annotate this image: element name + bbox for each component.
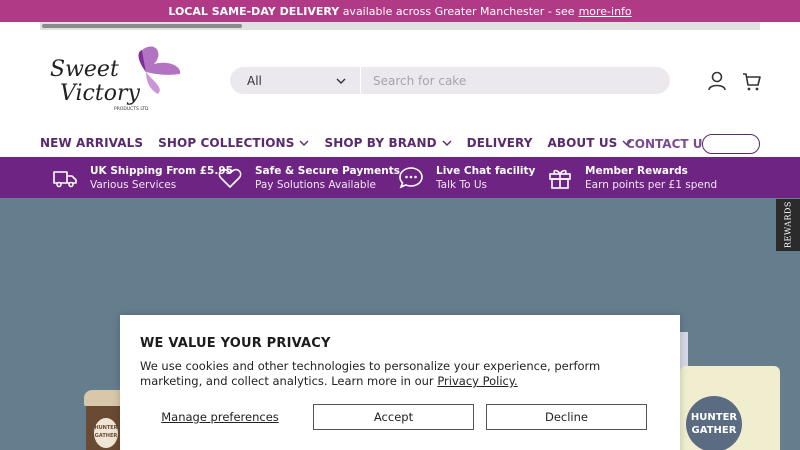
feature-payments-title: Safe & Secure Payments (255, 164, 400, 177)
feature-chat-title: Live Chat facility (436, 164, 536, 177)
feature-shipping-subtitle: Various Services (90, 178, 177, 191)
nav-shop-collections-label: SHOP COLLECTIONS (158, 136, 295, 150)
manage-preferences-link[interactable]: Manage preferences (140, 404, 300, 430)
chevron-down-icon (442, 140, 452, 146)
announcement-bar: LOCAL SAME-DAY DELIVERY available across… (0, 0, 800, 22)
feature-rewards: Member Rewards Earn points per £1 spend (547, 157, 717, 198)
cookie-body: We use cookies and other technologies to… (140, 359, 601, 388)
feature-shipping: UK Shipping From £5.95 Various Services (52, 157, 233, 198)
feature-shipping-title: UK Shipping From £5.95 (90, 164, 233, 177)
logo-line2: Victory (60, 81, 140, 106)
gift-icon (549, 169, 571, 189)
sweet-victory-logo[interactable]: Sweet Victory PRODUCTS LTD (46, 42, 188, 114)
feature-payments-subtitle: Pay Solutions Available (255, 178, 376, 191)
feature-chat: Live Chat facility Talk To Us (398, 157, 535, 198)
cart-icon[interactable] (741, 70, 763, 92)
contact-us-link[interactable]: CONTACT US (626, 137, 711, 151)
account-icon[interactable] (706, 70, 728, 92)
announcement-text: available across Greater Manchester - se… (342, 4, 575, 18)
rewards-tab[interactable]: REWARDS (776, 199, 800, 251)
cookie-consent-dialog: WE VALUE YOUR PRIVACY We use cookies and… (120, 315, 680, 450)
nav-shop-collections[interactable]: SHOP COLLECTIONS (158, 136, 309, 150)
cookie-text: We use cookies and other technologies to… (140, 359, 660, 389)
announcement-bold: LOCAL SAME-DAY DELIVERY (168, 4, 340, 18)
nav-new-arrivals-label: NEW ARRIVALS (40, 136, 144, 150)
jar-label: HUNTER GATHER (94, 418, 118, 448)
nav-about-us-label: ABOUT US (547, 136, 618, 150)
horizontal-scrollbar[interactable] (40, 22, 760, 30)
header-outline-button[interactable] (702, 134, 760, 154)
heart-icon (218, 168, 242, 188)
decline-button[interactable]: Decline (486, 404, 647, 430)
feature-payments: Safe & Secure Payments Pay Solutions Avai… (217, 157, 400, 198)
logo-line3: PRODUCTS LTD (114, 106, 149, 112)
more-info-link[interactable]: more-info (579, 5, 632, 18)
main-nav: NEW ARRIVALS SHOP COLLECTIONS SHOP BY BR… (40, 136, 647, 150)
scrollbar-thumb[interactable] (42, 24, 242, 28)
search-category-select[interactable]: All (230, 67, 361, 94)
search-bar: All (230, 67, 670, 94)
bag-brand-label: HUNTER GATHER (686, 396, 742, 450)
truck-icon (53, 170, 77, 187)
search-category-label: All (247, 73, 262, 88)
nav-new-arrivals[interactable]: NEW ARRIVALS (40, 136, 143, 150)
accept-button[interactable]: Accept (313, 404, 474, 430)
feature-chat-subtitle: Talk To Us (436, 178, 487, 191)
product-bag-image: HUNTER GATHER (680, 366, 780, 450)
nav-delivery-label: DELIVERY (466, 136, 533, 150)
search-input[interactable] (361, 73, 670, 88)
nav-delivery[interactable]: DELIVERY (467, 136, 533, 150)
feature-rewards-subtitle: Earn points per £1 spend (585, 178, 718, 191)
cookie-title: WE VALUE YOUR PRIVACY (140, 336, 331, 351)
feature-rewards-title: Member Rewards (585, 164, 688, 177)
chat-icon (399, 166, 423, 189)
privacy-policy-link[interactable]: Privacy Policy. (437, 374, 517, 388)
chevron-down-icon (336, 78, 346, 84)
nav-shop-by-brand[interactable]: SHOP BY BRAND (324, 136, 452, 150)
chevron-down-icon (299, 140, 309, 146)
nav-about-us[interactable]: ABOUT US (547, 136, 632, 150)
logo-line1: Sweet (50, 57, 119, 82)
features-bar: UK Shipping From £5.95 Various Services S… (0, 157, 800, 198)
nav-shop-by-brand-label: SHOP BY BRAND (324, 136, 437, 150)
